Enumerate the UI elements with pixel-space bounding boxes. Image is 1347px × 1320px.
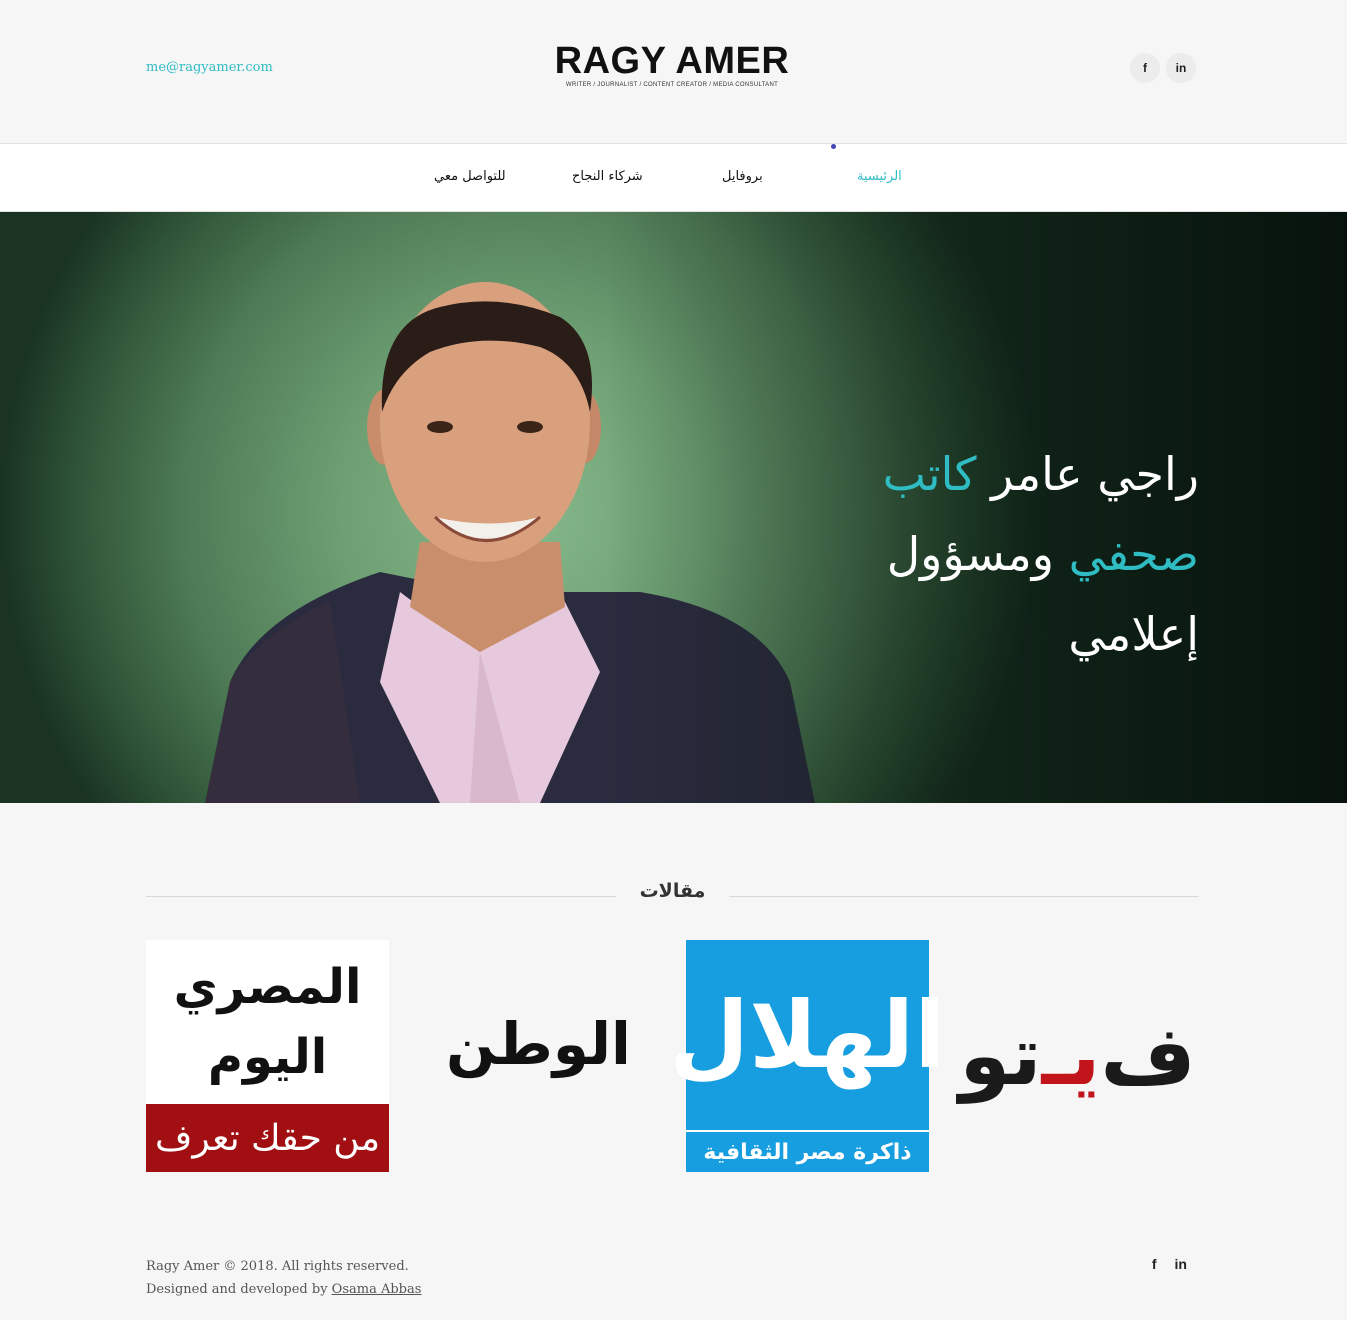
nav-item-partners[interactable]: شركاء النجاح — [572, 169, 643, 184]
site-logo[interactable]: RAGY AMER WRITER / JOURNALIST / CONTENT … — [552, 40, 792, 88]
linkedin-icon[interactable]: in — [1166, 53, 1196, 83]
copyright-text: Ragy Amer © 2018. All rights reserved. — [146, 1259, 409, 1274]
nav-item-home[interactable]: الرئيسية — [857, 169, 902, 184]
almasry-line-2: اليوم — [207, 1029, 328, 1085]
footer-copyright: Ragy Amer © 2018. All rights reserved. D… — [146, 1255, 421, 1301]
articles-header: مقالات — [146, 880, 1199, 912]
facebook-icon[interactable]: f — [1130, 53, 1160, 83]
veto-part-2: يـ — [1041, 1008, 1101, 1104]
alhilal-tagline: ذاكرة مصر الثقافية — [686, 1130, 929, 1172]
hero-highlight-journalist: صحفي — [1068, 527, 1199, 581]
elwatan-logo[interactable]: الوطن — [416, 940, 750, 1172]
hero-banner: راجي عامر كاتب صحفي ومسؤول إعلامي — [0, 212, 1347, 803]
footer-social-links: f in — [1152, 1256, 1187, 1272]
linkedin-icon[interactable]: in — [1175, 1256, 1187, 1272]
hero-highlight-writer: كاتب — [882, 447, 977, 501]
publication-logos: المصري اليوم من حقك تعرف الوطن الهلال ذا… — [146, 940, 1199, 1172]
alhilal-logo[interactable]: الهلال ذاكرة مصر الثقافية — [669, 940, 946, 1172]
designed-by-label: Designed and developed by — [146, 1282, 332, 1297]
veto-part-3: تو — [959, 1008, 1042, 1104]
veto-part-1: ف — [1100, 1008, 1196, 1104]
hero-name: راجي عامر — [991, 447, 1199, 501]
almasry-wordmark: المصري اليوم — [146, 940, 389, 1104]
almasry-alyoum-logo[interactable]: المصري اليوم من حقك تعرف — [146, 940, 389, 1172]
header-social-links: f in — [1130, 53, 1196, 83]
almasry-line-1: المصري — [173, 959, 362, 1015]
alhilal-wordmark: الهلال — [669, 981, 946, 1089]
hero-line-2: صحفي ومسؤول — [839, 514, 1199, 594]
articles-title: مقالات — [639, 880, 706, 902]
logo-subtitle: WRITER / JOURNALIST / CONTENT CREATOR / … — [565, 82, 779, 88]
main-navigation: الرئيسية بروفايل شركاء النجاح للتواصل مع… — [0, 143, 1347, 212]
logo-title: RAGY AMER — [554, 40, 790, 82]
hero-text-official: ومسؤول — [886, 527, 1054, 581]
hero-line-3: إعلامي — [1068, 607, 1199, 661]
nav-item-contact[interactable]: للتواصل معي — [434, 169, 506, 184]
designed-by-line: Designed and developed by Osama Abbas — [146, 1278, 421, 1301]
hero-line-1: راجي عامر كاتب — [839, 434, 1199, 514]
email-link[interactable]: me@ragyamer.com — [146, 60, 273, 75]
veto-logo[interactable]: ف يـ تو — [956, 940, 1199, 1172]
top-header: me@ragyamer.com RAGY AMER WRITER / JOURN… — [0, 0, 1347, 143]
elwatan-wordmark: الوطن — [446, 1010, 631, 1078]
facebook-icon[interactable]: f — [1152, 1256, 1157, 1272]
active-indicator-dot — [831, 144, 836, 149]
designer-link[interactable]: Osama Abbas — [332, 1282, 422, 1297]
nav-item-profile[interactable]: بروفايل — [722, 169, 763, 184]
almasry-tagline: من حقك تعرف — [146, 1104, 389, 1172]
hero-headline: راجي عامر كاتب صحفي ومسؤول إعلامي — [839, 434, 1199, 674]
